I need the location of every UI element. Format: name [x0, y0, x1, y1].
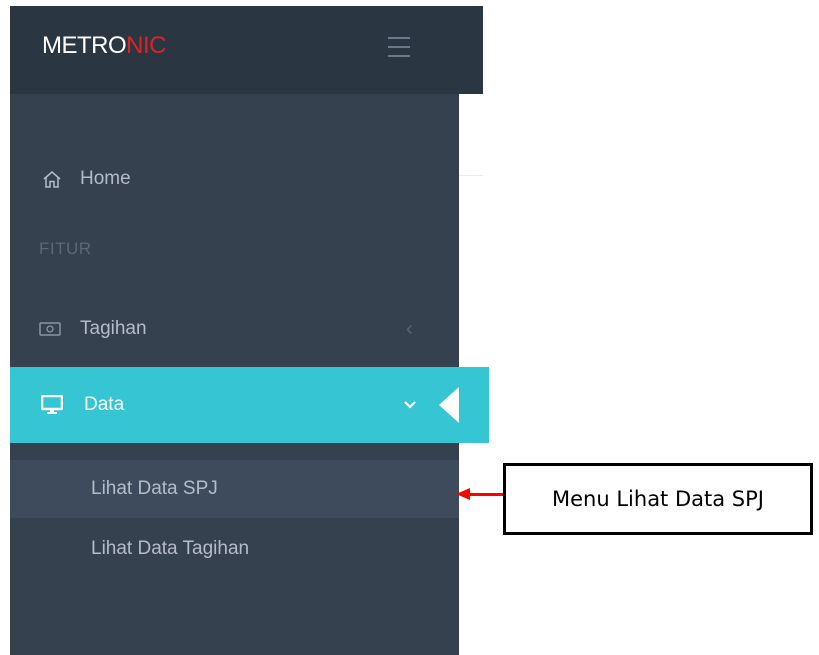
sidebar-item-home[interactable]: Home: [10, 164, 489, 194]
logo[interactable]: METRONIC: [42, 32, 167, 60]
active-indicator: [439, 387, 459, 423]
sidebar-section-heading: FITUR: [39, 239, 92, 258]
logo-text-accent: NIC: [126, 32, 167, 59]
logo-text-primary: METRO: [42, 32, 127, 59]
submenu-item-lihat-data-tagihan[interactable]: Lihat Data Tagihan: [10, 520, 459, 578]
home-icon: [40, 168, 64, 190]
annotation-text: Menu Lihat Data SPJ: [552, 487, 764, 511]
sidebar-item-label: Data: [84, 394, 125, 415]
sidebar-item-label: Home: [80, 168, 131, 189]
money-icon: [38, 318, 62, 340]
submenu-item-lihat-data-spj[interactable]: Lihat Data SPJ: [10, 460, 459, 518]
chevron-left-icon: ‹: [406, 318, 413, 340]
hamburger-icon[interactable]: [388, 37, 410, 57]
sidebar-item-tagihan[interactable]: Tagihan ‹: [10, 314, 487, 344]
annotation-arrow-line: [468, 493, 504, 496]
chevron-down-icon: [403, 394, 417, 416]
monitor-icon: [40, 394, 64, 416]
top-header: METRONIC: [10, 6, 483, 94]
sidebar-item-label: Tagihan: [80, 318, 147, 339]
submenu-item-label: Lihat Data Tagihan: [91, 538, 250, 559]
submenu-item-label: Lihat Data SPJ: [91, 478, 218, 499]
sidebar: Home FITUR Tagihan ‹ Data Lihat Data SPJ…: [10, 94, 489, 655]
annotation-callout: Menu Lihat Data SPJ: [503, 463, 813, 535]
sidebar-item-data[interactable]: Data: [10, 367, 489, 443]
